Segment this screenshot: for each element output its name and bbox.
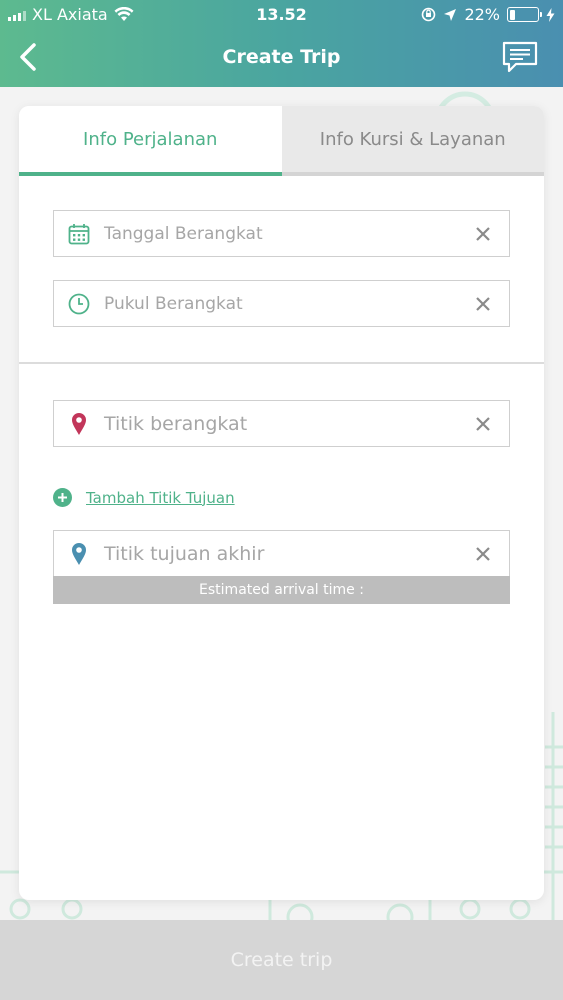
origin-placeholder: Titik berangkat [104,412,248,435]
create-trip-button[interactable]: Create trip [0,920,563,1000]
status-bar: XL Axiata 13.52 22% [0,0,563,30]
pin-blue-icon [54,542,104,566]
clock-icon [54,293,104,315]
nav-bar: Create Trip [0,30,563,87]
chat-bubble-icon[interactable] [501,40,539,74]
battery-level [509,9,516,20]
destination-placeholder: Titik tujuan akhir [104,542,265,565]
departure-time-placeholder: Pukul Berangkat [104,293,243,314]
page-title: Create Trip [222,46,341,68]
add-destination-label: Tambah Titik Tujuan [86,488,235,507]
battery-percent: 22% [464,5,500,24]
destination-field[interactable]: Titik tujuan akhir [53,530,510,577]
clear-icon[interactable] [457,226,509,242]
orientation-lock-icon [422,7,436,22]
app-header: XL Axiata 13.52 22% Create Trip [0,0,563,87]
charging-icon [546,7,555,22]
add-destination-link[interactable]: Tambah Titik Tujuan [53,488,235,507]
estimated-arrival-bar: Estimated arrival time : [53,576,510,604]
battery-icon [507,7,542,22]
departure-date-field[interactable]: Tanggal Berangkat [53,210,510,257]
pin-red-icon [54,412,104,436]
clear-icon[interactable] [457,546,509,562]
status-right: 22% [421,5,555,24]
clear-icon[interactable] [457,416,509,432]
trip-form-card: Info Perjalanan Info Kursi & Layanan Tan… [19,106,544,900]
location-arrow-icon [444,8,457,21]
calendar-icon [54,223,104,245]
tab-info-perjalanan[interactable]: Info Perjalanan [19,106,282,176]
origin-field[interactable]: Titik berangkat [53,400,510,447]
plus-circle-icon [53,488,72,507]
departure-time-field[interactable]: Pukul Berangkat [53,280,510,327]
section-divider [19,362,544,364]
tab-bar: Info Perjalanan Info Kursi & Layanan [19,106,544,176]
tab-info-kursi-layanan[interactable]: Info Kursi & Layanan [281,106,544,176]
departure-date-placeholder: Tanggal Berangkat [104,223,263,244]
clear-icon[interactable] [457,296,509,312]
